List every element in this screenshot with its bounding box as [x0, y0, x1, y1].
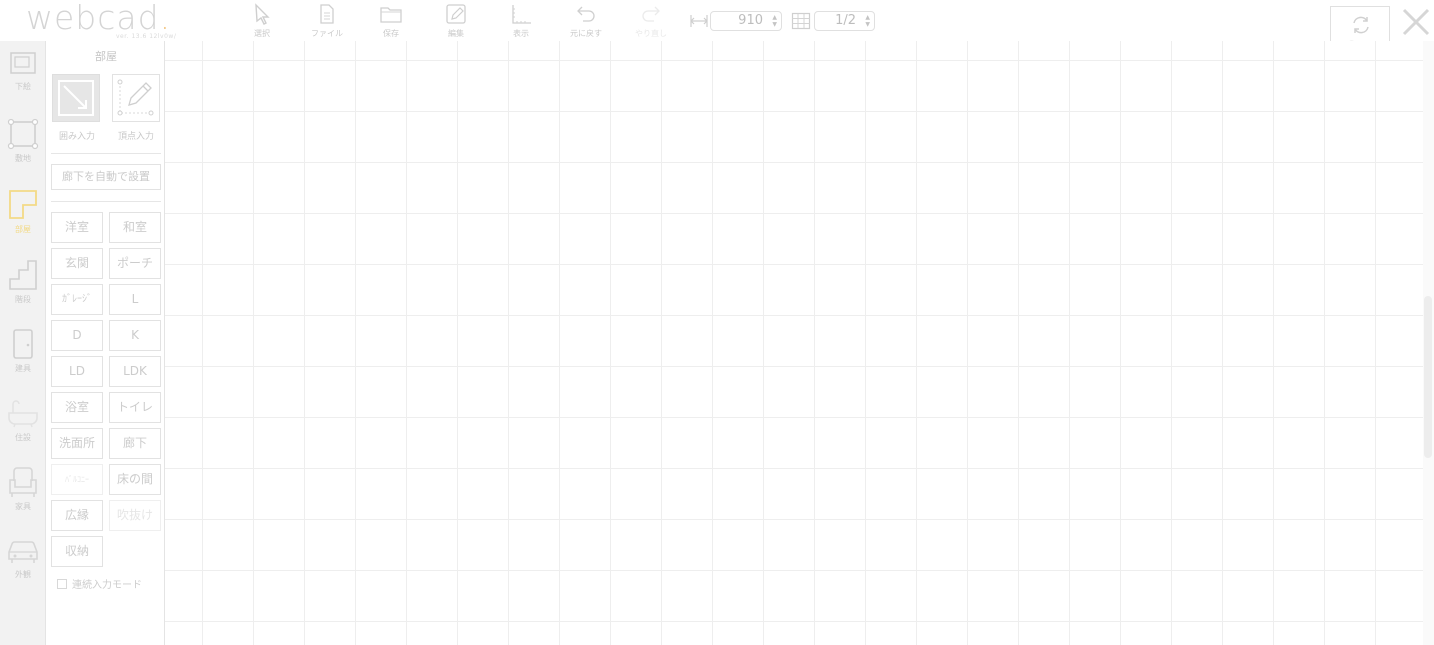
room-button-washroom[interactable]: 洗面所 [51, 428, 103, 459]
room-button-balcony[interactable]: ﾊﾞﾙｺﾆｰ [51, 464, 103, 495]
logo-text: webcad [26, 0, 160, 37]
grid-ratio-value: 1/2 [835, 13, 856, 28]
room-button-garage[interactable]: ｶﾞﾚｰｼﾞ [51, 284, 103, 315]
checkbox-box[interactable] [57, 579, 67, 589]
room-icon [9, 190, 37, 219]
room-button-l[interactable]: L [109, 284, 161, 315]
rail-item-door[interactable]: 建具 [0, 327, 46, 397]
close-icon [1402, 8, 1430, 36]
view-tool-button[interactable]: 表示 [496, 3, 546, 41]
rail-label-furniture: 家具 [15, 502, 31, 511]
room-button-corridor[interactable]: 廊下 [109, 428, 161, 459]
vertex-pencil-icon [117, 79, 154, 116]
scrollbar-thumb[interactable] [1424, 296, 1432, 458]
tool-label-edit: 編集 [448, 29, 464, 38]
tool-label-undo: 元に戻す [570, 29, 602, 38]
bathtub-icon [8, 400, 38, 428]
room-button-bathroom[interactable]: 浴室 [51, 392, 103, 423]
divider [51, 153, 161, 154]
rail-label-door: 建具 [15, 364, 31, 373]
tool-label-save: 保存 [383, 29, 399, 38]
redo-button[interactable]: やり直し [626, 3, 676, 41]
car-icon [8, 541, 38, 563]
site-icon [7, 118, 39, 150]
edit-tool-button[interactable]: 編集 [431, 3, 481, 41]
file-icon [320, 4, 334, 24]
undo-button[interactable]: 元に戻す [561, 3, 611, 41]
room-panel: 部屋 囲み入力 頂点入力 廊下を自動で設置 洋室 和室 玄関 ポーチ ｶﾞﾚｰｼ… [47, 41, 165, 645]
enclose-input-label: 囲み入力 [58, 132, 95, 142]
room-button-veranda[interactable]: 広縁 [51, 500, 103, 531]
continuous-mode-label: 連続入力モード [72, 580, 142, 591]
drawing-canvas[interactable] [165, 41, 1423, 645]
panel-title: 部屋 [95, 50, 117, 63]
tool-label-view: 表示 [513, 29, 529, 38]
room-button-atrium[interactable]: 吹抜け [109, 500, 161, 531]
room-button-storage[interactable]: 収納 [51, 536, 103, 567]
edit-pencil-icon [446, 4, 466, 24]
rail-item-stairs[interactable]: 階段 [0, 258, 46, 328]
tool-label-select: 選択 [254, 29, 270, 38]
room-button-toilet[interactable]: トイレ [109, 392, 161, 423]
rotate-icon [1353, 16, 1369, 34]
dimension-width-icon [690, 15, 708, 27]
redo-icon [642, 6, 660, 22]
tool-label-redo: やり直し [635, 29, 667, 38]
underlay-icon [10, 52, 36, 74]
room-button-japanese[interactable]: 和室 [109, 212, 161, 243]
rail-label-equipment: 住設 [15, 433, 31, 442]
rail-item-furniture[interactable]: 家具 [0, 465, 46, 535]
rail-label-exterior: 外観 [15, 570, 31, 579]
rail-item-exterior[interactable]: 外観 [0, 533, 46, 603]
room-button-ld[interactable]: LD [51, 356, 103, 387]
grid-ratio-stepper[interactable]: 1/2 ▲ ▼ [814, 11, 875, 31]
chair-icon [9, 467, 37, 497]
wall-thickness-stepper[interactable]: 910 ▲ ▼ [710, 11, 782, 31]
rail-item-site[interactable]: 敷地 [0, 117, 46, 187]
rail-item-room[interactable]: 部屋 [0, 188, 46, 258]
close-button[interactable] [1400, 6, 1432, 38]
room-button-d[interactable]: D [51, 320, 103, 351]
version-text: ver. 13.6 12lv0w/ [116, 33, 177, 40]
select-arrow-icon [255, 3, 270, 25]
divider [51, 201, 161, 202]
door-icon [13, 329, 33, 359]
room-button-porch[interactable]: ポーチ [109, 248, 161, 279]
top-toolbar: webcad. ver. 13.6 12lv0w/ 選択 ファイル 保存 編集 [0, 0, 1434, 41]
room-button-k[interactable]: K [109, 320, 161, 351]
axes-icon [512, 5, 531, 24]
folder-icon [380, 7, 402, 23]
save-tool-button[interactable]: 保存 [366, 3, 416, 41]
room-button-ldk[interactable]: LDK [109, 356, 161, 387]
logo-dot: . [159, 0, 172, 37]
stepper-arrows-icon[interactable]: ▲ ▼ [865, 14, 870, 28]
file-tool-button[interactable]: ファイル [302, 3, 352, 41]
rail-label-site: 敷地 [15, 154, 31, 163]
continuous-mode-checkbox[interactable]: 連続入力モード [57, 576, 142, 591]
category-rail: 下絵 敷地 部屋 階段 建具 住設 家具 外観 [0, 41, 46, 645]
diagonal-rect-icon [58, 80, 94, 116]
rail-label-room: 部屋 [15, 225, 31, 234]
stepper-arrows-icon[interactable]: ▲ ▼ [772, 14, 777, 28]
rail-item-equipment[interactable]: 住設 [0, 396, 46, 466]
vertex-input-label: 頂点入力 [117, 132, 154, 142]
vertex-input-button[interactable] [112, 74, 160, 122]
select-tool-button[interactable]: 選択 [237, 3, 287, 41]
room-button-tokonoma[interactable]: 床の間 [109, 464, 161, 495]
room-button-western[interactable]: 洋室 [51, 212, 103, 243]
enclose-input-button[interactable] [52, 74, 100, 122]
room-button-entrance[interactable]: 玄関 [51, 248, 103, 279]
grid-icon [791, 12, 811, 30]
tool-label-file: ファイル [311, 29, 343, 38]
auto-corridor-button[interactable]: 廊下を自動で設置 [51, 164, 161, 190]
stairs-icon [9, 260, 37, 290]
undo-icon [577, 6, 595, 22]
rail-item-underlay[interactable]: 下絵 [0, 49, 46, 119]
rail-label-stairs: 階段 [15, 295, 31, 304]
wall-thickness-value: 910 [738, 13, 763, 28]
rail-label-underlay: 下絵 [15, 82, 31, 91]
